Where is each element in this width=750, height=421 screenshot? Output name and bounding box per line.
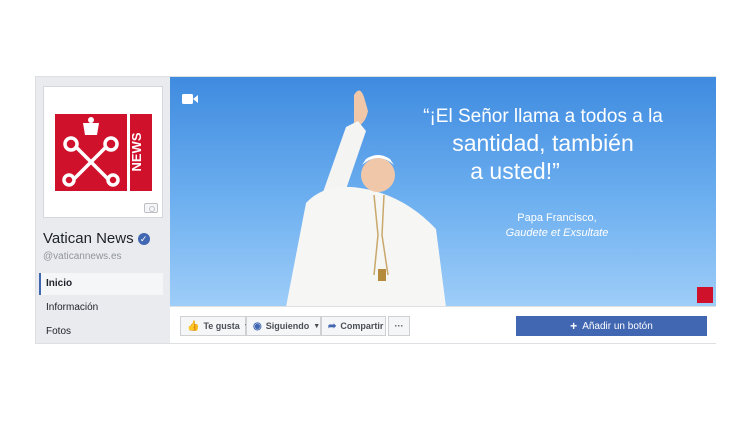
thumbs-up-icon: 👍 (187, 320, 200, 332)
nav-item-inicio[interactable]: Inicio (39, 273, 163, 295)
add-button-label: Añadir un botón (582, 320, 653, 332)
following-label: Siguiendo (265, 321, 310, 331)
facebook-page-header: NEWS Vatican News ✓ @vaticannews.es Inic… (35, 76, 716, 344)
share-arrow-icon: ➦ (328, 320, 337, 332)
page-handle[interactable]: @vaticannews.es (43, 251, 122, 262)
like-label: Te gusta (203, 321, 240, 331)
share-button[interactable]: ➦ Compartir (321, 316, 386, 336)
cover-quote: “¡El Señor llama a todos a la santidad, … (382, 105, 704, 185)
cover-photo[interactable]: “¡El Señor llama a todos a la santidad, … (170, 77, 716, 306)
video-camera-icon (182, 94, 198, 104)
more-button[interactable]: ··· (388, 316, 410, 336)
rss-icon: ◉ (253, 320, 262, 332)
profile-picture[interactable]: NEWS (43, 86, 163, 218)
verified-badge-icon: ✓ (137, 232, 150, 245)
vatican-news-logo: NEWS (55, 114, 152, 191)
following-button[interactable]: ◉ Siguiendo ▼ (246, 316, 321, 336)
more-icon: ··· (394, 321, 404, 331)
nav-item-informacion[interactable]: Información (39, 297, 163, 319)
quote-line-2: santidad, también (452, 130, 634, 156)
nav-item-fotos[interactable]: Fotos (39, 321, 163, 343)
left-column: NEWS Vatican News ✓ @vaticannews.es Inic… (36, 77, 170, 343)
quote-line-1: “¡El Señor llama a todos a la (423, 106, 663, 127)
quote-author: Papa Francisco, (517, 212, 597, 224)
page-name[interactable]: Vatican News ✓ (43, 230, 150, 247)
chevron-down-icon: ▼ (313, 322, 321, 330)
plus-icon: + (570, 319, 578, 333)
add-button[interactable]: + Añadir un botón (516, 316, 707, 336)
quote-attribution: Papa Francisco, Gaudete et Exsultate (472, 211, 642, 241)
page-nav: Inicio Información Fotos (39, 273, 163, 345)
quote-line-3: a usted!” (470, 158, 560, 184)
action-bar: 👍 Te gusta ▼ ◉ Siguiendo ▼ ➦ Compartir ·… (170, 306, 716, 343)
quote-source: Gaudete et Exsultate (505, 227, 609, 239)
like-button[interactable]: 👍 Te gusta ▼ (180, 316, 251, 336)
page-name-text[interactable]: Vatican News (43, 230, 134, 247)
camera-icon[interactable] (144, 203, 158, 213)
share-label: Compartir (340, 321, 384, 331)
logo-text: NEWS (129, 132, 144, 171)
vatican-mini-logo-icon (697, 287, 713, 303)
